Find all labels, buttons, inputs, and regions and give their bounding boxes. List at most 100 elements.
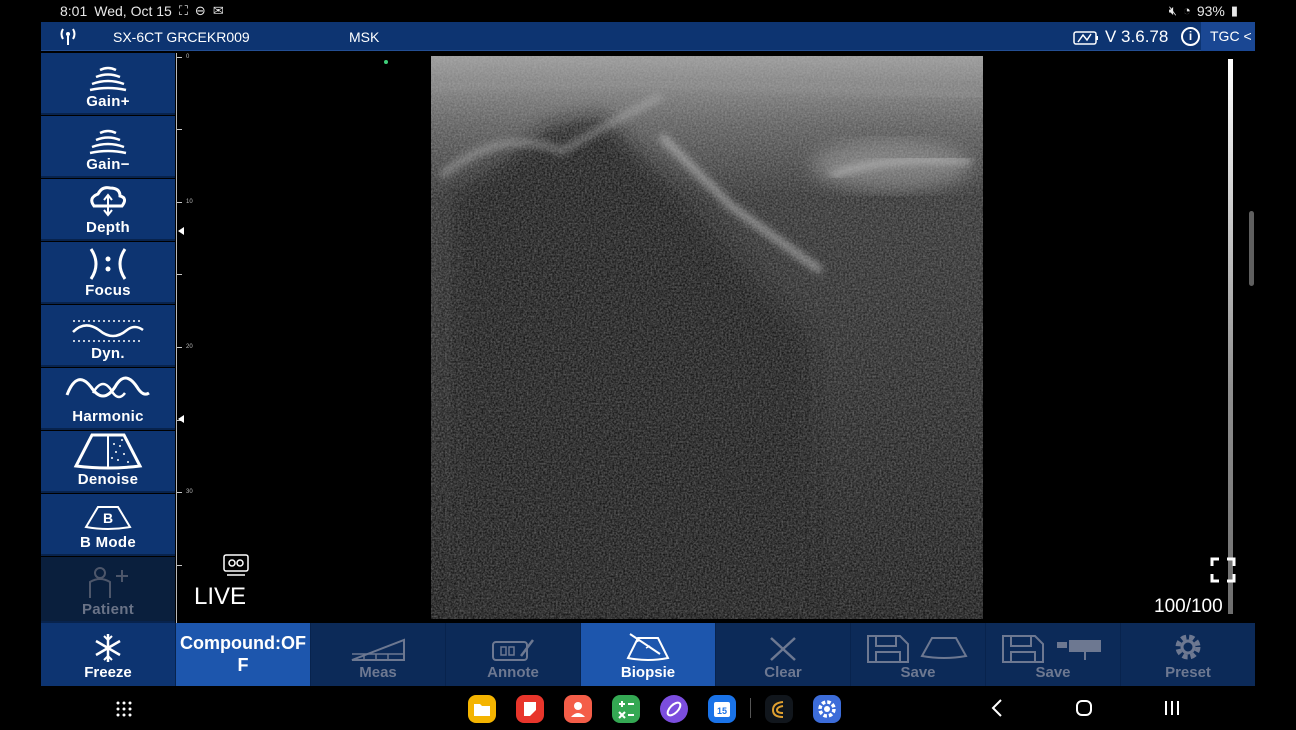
- depth-button[interactable]: Depth: [41, 179, 175, 241]
- clear-x-icon: [770, 637, 796, 661]
- exam-preset: MSK: [349, 29, 380, 45]
- focus-marker-1[interactable]: [178, 227, 184, 235]
- denoise-icon: [73, 433, 143, 470]
- side-scroll-handle[interactable]: [1249, 211, 1254, 286]
- focus-icon: [89, 248, 127, 280]
- gain-up-label: Gain+: [86, 93, 130, 110]
- gear-icon: [1175, 634, 1201, 660]
- app-header: SX-6CT GRCEKR009 MSK V 3.6.78 i TGC <: [41, 22, 1255, 51]
- svg-text:15: 15: [717, 706, 727, 716]
- fullscreen-icon[interactable]: [1210, 557, 1236, 583]
- preset-button[interactable]: Preset: [1121, 623, 1255, 686]
- ruler-label-30: 30: [186, 489, 193, 495]
- freeze-label: Freeze: [84, 664, 132, 681]
- biopsie-label: Biopsie: [620, 664, 676, 681]
- gain-down-icon: [89, 129, 127, 155]
- live-indicator: LIVE: [194, 583, 247, 610]
- depth-icon: [90, 186, 127, 217]
- back-icon[interactable]: [990, 698, 1004, 718]
- annotate-icon: [492, 639, 534, 661]
- status-time: 8:01: [60, 3, 88, 19]
- patient-button[interactable]: Patient: [41, 557, 175, 623]
- battery-percent: 93%: [1196, 3, 1225, 19]
- software-version: V 3.6.78: [1105, 27, 1169, 46]
- device-name: SX-6CT GRCEKR009: [113, 29, 250, 45]
- patient-icon: [89, 567, 128, 598]
- annote-button[interactable]: Annote: [446, 623, 580, 686]
- settings-app-icon[interactable]: [813, 695, 841, 723]
- depth-label: Depth: [86, 219, 130, 236]
- b-mode-button[interactable]: B B Mode: [41, 494, 175, 556]
- notes-app-icon[interactable]: [516, 695, 544, 723]
- clear-label: Clear: [764, 664, 802, 681]
- compound-label-line2: F: [237, 655, 249, 675]
- focus-label: Focus: [85, 282, 131, 299]
- gain-up-button[interactable]: Gain+: [41, 53, 175, 115]
- save-image-button[interactable]: Save: [851, 623, 985, 686]
- save-image-icon: [867, 635, 968, 663]
- system-status-bar: 8:01 Wed, Oct 15 ⛶ ⊖ ✉ 🔇︎ ◔ 93% ▮: [0, 0, 1296, 22]
- calendar-app-icon[interactable]: 15: [708, 695, 736, 723]
- dynamic-range-label: Dyn.: [91, 345, 125, 362]
- save-image-label: Save: [900, 664, 936, 681]
- ruler-label-0: 0: [186, 54, 190, 60]
- tgc-scale[interactable]: [1228, 59, 1233, 614]
- ultrasound-view[interactable]: 0 10 20 30 LIVE 100/100: [176, 53, 1255, 623]
- harmonic-label: Harmonic: [72, 408, 144, 425]
- probe-battery-icon: [1073, 31, 1098, 45]
- system-navigation-bar: [0, 686, 1296, 730]
- snowflake-icon: [95, 634, 121, 662]
- save-video-button[interactable]: Save: [986, 623, 1120, 686]
- biopsie-button[interactable]: Biopsie: [581, 623, 715, 686]
- gain-up-icon: [89, 66, 127, 92]
- my-files-app-icon[interactable]: [468, 695, 496, 723]
- b-mode-scan: [431, 56, 983, 619]
- do-not-disturb-icon: ⊖: [194, 3, 206, 18]
- wireless-probe-icon[interactable]: [57, 26, 79, 46]
- bottom-toolbar: Freeze Compound:OF F Meas Annote Biopsie…: [41, 623, 1255, 686]
- ultrasound-app-icon[interactable]: [765, 695, 793, 723]
- home-icon[interactable]: [1075, 699, 1093, 717]
- b-mode-label: B Mode: [80, 534, 136, 551]
- clear-button[interactable]: Clear: [716, 623, 850, 686]
- meas-label: Meas: [359, 664, 397, 681]
- harmonic-button[interactable]: Harmonic: [41, 368, 175, 430]
- internet-app-icon[interactable]: [660, 695, 688, 723]
- info-icon[interactable]: i: [1181, 27, 1200, 46]
- frame-counter: 100/100: [1154, 596, 1223, 617]
- depth-ruler: 0 10 20 30: [176, 53, 193, 623]
- ruler-label-10: 10: [186, 199, 193, 205]
- cine-loop-icon[interactable]: [222, 553, 250, 577]
- save-video-label: Save: [1035, 664, 1071, 681]
- denoise-button[interactable]: Denoise: [41, 431, 175, 493]
- dynamic-range-icon: [72, 320, 144, 342]
- status-date: Wed, Oct 15: [94, 3, 172, 19]
- save-video-icon: [1002, 635, 1101, 663]
- contacts-app-icon[interactable]: [564, 695, 592, 723]
- ruler-label-20: 20: [186, 344, 193, 350]
- annote-label: Annote: [487, 664, 539, 681]
- mute-icon: 🔇︎: [1168, 3, 1177, 18]
- denoise-label: Denoise: [77, 471, 139, 488]
- mail-icon: ✉: [212, 3, 224, 18]
- left-toolbar: Gain+ Gain− Depth Focus Dyn. Harmonic De…: [41, 53, 176, 623]
- gain-down-button[interactable]: Gain−: [41, 116, 175, 178]
- recent-apps-icon[interactable]: [1163, 700, 1181, 716]
- compound-toggle-button[interactable]: Compound:OF F: [176, 623, 310, 686]
- freeze-button[interactable]: Freeze: [41, 623, 175, 686]
- calculator-app-icon[interactable]: [612, 695, 640, 723]
- wifi-icon: ◔: [1182, 3, 1191, 18]
- gain-down-label: Gain−: [86, 156, 130, 173]
- meas-button[interactable]: Meas: [311, 623, 445, 686]
- ultrasound-image[interactable]: [431, 56, 983, 619]
- tgc-toggle-button[interactable]: TGC <: [1201, 22, 1255, 51]
- ruler-icon: [351, 638, 405, 661]
- dynamic-range-button[interactable]: Dyn.: [41, 305, 175, 367]
- screenshot-icon: ⛶: [178, 3, 188, 18]
- focus-marker-2[interactable]: [178, 415, 184, 423]
- battery-icon: ▮: [1230, 3, 1238, 18]
- focus-button[interactable]: Focus: [41, 242, 175, 304]
- app-drawer-icon[interactable]: [115, 700, 133, 718]
- preset-label: Preset: [1165, 664, 1211, 681]
- orientation-marker: [384, 60, 388, 64]
